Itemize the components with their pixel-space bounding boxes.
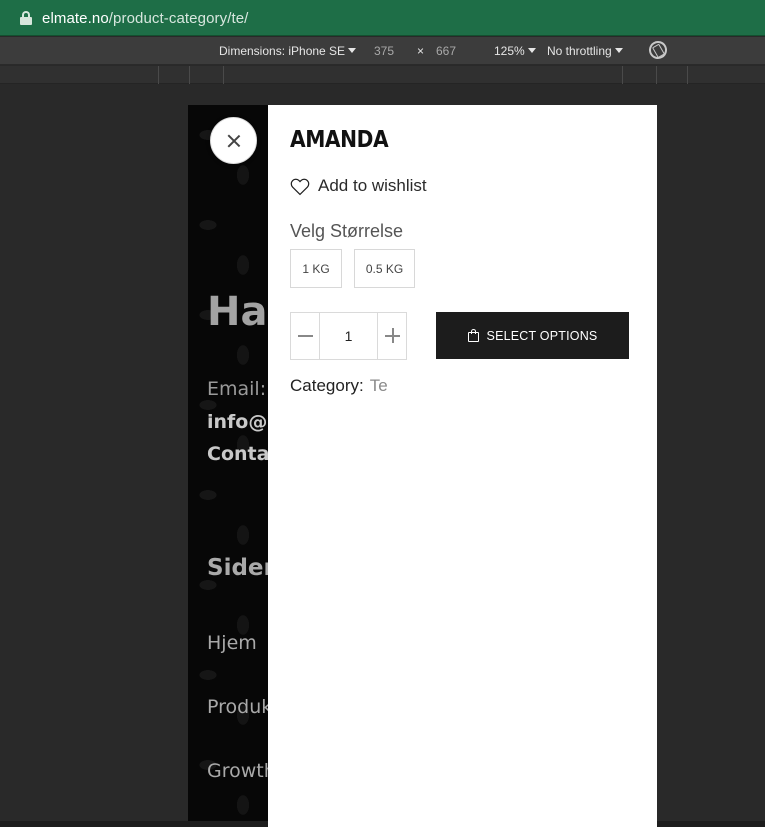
bg-nav-link[interactable]: Hjem: [207, 632, 257, 654]
caret-down-icon: [614, 48, 623, 53]
url-field[interactable]: elmate.no/product-category/te/: [0, 0, 765, 36]
dimension-separator: ×: [417, 44, 425, 58]
throttling-select[interactable]: No throttling: [547, 44, 623, 58]
url-path: /product-category/te/: [108, 9, 249, 27]
bg-sider-heading: Sider: [207, 555, 275, 581]
bg-nav-link[interactable]: Growth: [207, 760, 276, 782]
ruler-tick: [158, 66, 159, 84]
quantity-input[interactable]: 1: [320, 313, 377, 359]
zoom-label: 125%: [494, 44, 525, 58]
category-link[interactable]: Te: [370, 376, 388, 395]
caret-down-icon: [527, 48, 536, 53]
device-height-input[interactable]: 667: [436, 44, 456, 58]
ruler-tick: [622, 66, 623, 84]
bg-nav-link[interactable]: Produk: [207, 696, 272, 718]
quantity-decrease-button[interactable]: [291, 313, 320, 359]
address-bar: elmate.no/product-category/te/: [0, 0, 765, 36]
select-options-label: SELECT OPTIONS: [486, 328, 598, 343]
wishlist-label: Add to wishlist: [318, 176, 427, 195]
ruler-tick: [223, 66, 224, 84]
url-host: elmate.no: [42, 9, 109, 27]
shopping-bag-icon: [467, 329, 479, 342]
quick-view-panel: AMANDA Add to wishlist Velg Størrelse 1 …: [268, 105, 657, 827]
size-option-05kg[interactable]: 0.5 KG: [354, 249, 415, 288]
media-query-ruler: [0, 66, 765, 84]
ruler-tick: [687, 66, 688, 84]
product-category: Category: Te: [290, 376, 388, 396]
device-dimensions-select[interactable]: Dimensions: iPhone SE: [219, 44, 357, 58]
device-toolbar: Dimensions: iPhone SE 375 × 667 125% No …: [0, 37, 765, 65]
throttling-label: No throttling: [547, 44, 612, 58]
category-label: Category:: [290, 376, 364, 395]
product-title: AMANDA: [290, 127, 389, 153]
heart-icon: [290, 178, 310, 195]
quantity-stepper: 1: [290, 312, 407, 360]
ruler-tick: [656, 66, 657, 84]
ruler-tick: [189, 66, 190, 84]
device-width-input[interactable]: 375: [374, 44, 394, 58]
size-label: Velg Størrelse: [290, 221, 404, 241]
caret-down-icon: [348, 48, 357, 53]
size-option-1kg[interactable]: 1 KG: [290, 249, 342, 288]
url-text[interactable]: elmate.no/product-category/te/: [42, 10, 248, 27]
select-options-button[interactable]: SELECT OPTIONS: [436, 312, 629, 359]
add-to-wishlist-link[interactable]: Add to wishlist: [290, 176, 427, 196]
leaf-pattern: [188, 105, 268, 827]
zoom-select[interactable]: 125%: [494, 44, 536, 58]
lock-icon[interactable]: [20, 11, 32, 25]
bg-email-label: Email:: [207, 378, 267, 400]
device-dimensions-label: Dimensions: iPhone SE: [219, 44, 346, 58]
quantity-increase-button[interactable]: [377, 313, 406, 359]
close-button[interactable]: [210, 117, 257, 164]
close-icon: [227, 134, 241, 148]
rotate-icon[interactable]: [645, 37, 671, 63]
